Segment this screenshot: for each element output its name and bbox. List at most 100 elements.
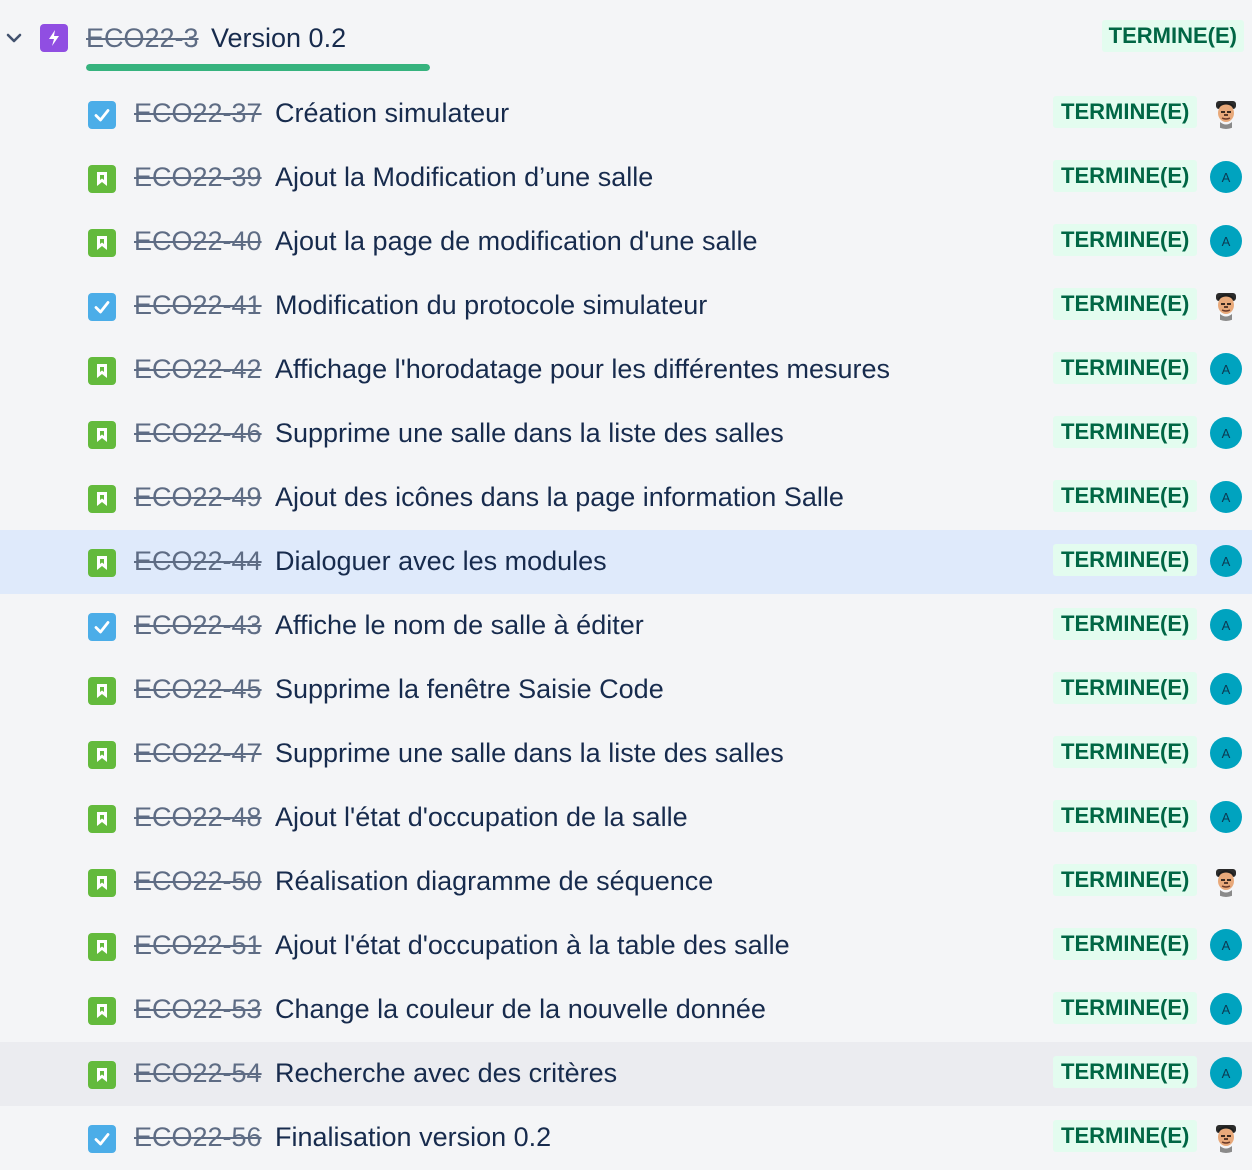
status-badge[interactable]: TERMINE(E) xyxy=(1053,736,1198,768)
issue-summary[interactable]: Affiche le nom de salle à éditer xyxy=(275,607,644,643)
issue-row-eco22-51[interactable]: ECO22-51 Ajout l'état d'occupation à la … xyxy=(0,914,1252,978)
story-bookmark-icon xyxy=(88,485,116,513)
issue-key-link[interactable]: ECO22-54 xyxy=(134,1055,262,1091)
issue-key-link[interactable]: ECO22-41 xyxy=(134,287,262,323)
task-checkbox-icon xyxy=(88,101,116,129)
story-bookmark-icon xyxy=(88,869,116,897)
status-badge[interactable]: TERMINE(E) xyxy=(1053,480,1198,512)
assignee-avatar[interactable]: A xyxy=(1210,673,1242,705)
assignee-avatar-photo[interactable] xyxy=(1210,97,1242,129)
issue-summary[interactable]: Supprime une salle dans la liste des sal… xyxy=(275,415,784,451)
task-checkbox-icon xyxy=(88,1125,116,1153)
issue-row-eco22-50[interactable]: ECO22-50 Réalisation diagramme de séquen… xyxy=(0,850,1252,914)
issue-key-link[interactable]: ECO22-40 xyxy=(134,223,262,259)
assignee-avatar[interactable]: A xyxy=(1210,545,1242,577)
issue-summary[interactable]: Finalisation version 0.2 xyxy=(275,1119,551,1155)
issue-summary[interactable]: Ajout la Modification d’une salle xyxy=(275,159,653,195)
status-badge[interactable]: TERMINE(E) xyxy=(1053,352,1198,384)
issue-summary[interactable]: Supprime une salle dans la liste des sal… xyxy=(275,735,784,771)
issue-key-link[interactable]: ECO22-46 xyxy=(134,415,262,451)
status-badge[interactable]: TERMINE(E) xyxy=(1053,224,1198,256)
issue-key-link[interactable]: ECO22-48 xyxy=(134,799,262,835)
issue-row-eco22-37[interactable]: ECO22-37 Création simulateur TERMINE(E) xyxy=(0,82,1252,146)
issue-summary[interactable]: Ajout l'état d'occupation de la salle xyxy=(275,799,688,835)
story-bookmark-icon xyxy=(88,165,116,193)
issue-row-eco22-39[interactable]: ECO22-39 Ajout la Modification d’une sal… xyxy=(0,146,1252,210)
issue-summary[interactable]: Création simulateur xyxy=(275,95,509,131)
story-bookmark-icon xyxy=(88,549,116,577)
issue-row-eco22-53[interactable]: ECO22-53 Change la couleur de la nouvell… xyxy=(0,978,1252,1042)
status-badge[interactable]: TERMINE(E) xyxy=(1053,160,1198,192)
epic-title[interactable]: Version 0.2 xyxy=(211,20,346,56)
assignee-avatar[interactable]: A xyxy=(1210,993,1242,1025)
issue-row-eco22-44[interactable]: ECO22-44 Dialoguer avec les modules TERM… xyxy=(0,530,1252,594)
issue-key-link[interactable]: ECO22-45 xyxy=(134,671,262,707)
assignee-avatar-photo[interactable] xyxy=(1210,1121,1242,1153)
assignee-avatar-photo[interactable] xyxy=(1210,865,1242,897)
assignee-avatar[interactable]: A xyxy=(1210,609,1242,641)
issue-summary[interactable]: Dialoguer avec les modules xyxy=(275,543,607,579)
assignee-avatar[interactable]: A xyxy=(1210,225,1242,257)
status-badge[interactable]: TERMINE(E) xyxy=(1053,608,1198,640)
status-badge[interactable]: TERMINE(E) xyxy=(1053,288,1198,320)
status-badge[interactable]: TERMINE(E) xyxy=(1053,96,1198,128)
status-badge[interactable]: TERMINE(E) xyxy=(1053,1120,1198,1152)
issue-summary[interactable]: Ajout des icônes dans la page informatio… xyxy=(275,479,844,515)
status-badge[interactable]: TERMINE(E) xyxy=(1053,672,1198,704)
assignee-avatar[interactable]: A xyxy=(1210,929,1242,961)
issue-summary[interactable]: Supprime la fenêtre Saisie Code xyxy=(275,671,664,707)
status-badge[interactable]: TERMINE(E) xyxy=(1053,992,1198,1024)
issue-row-eco22-45[interactable]: ECO22-45 Supprime la fenêtre Saisie Code… xyxy=(0,658,1252,722)
status-badge[interactable]: TERMINE(E) xyxy=(1053,928,1198,960)
status-badge[interactable]: TERMINE(E) xyxy=(1053,864,1198,896)
assignee-avatar[interactable]: A xyxy=(1210,481,1242,513)
issue-summary[interactable]: Affichage l'horodatage pour les différen… xyxy=(275,351,890,387)
assignee-avatar[interactable]: A xyxy=(1210,801,1242,833)
assignee-avatar[interactable]: A xyxy=(1210,417,1242,449)
assignee-avatar[interactable]: A xyxy=(1210,161,1242,193)
status-badge[interactable]: TERMINE(E) xyxy=(1053,416,1198,448)
epic-header: ECO22-3 Version 0.2 TERMINE(E) xyxy=(0,0,1252,80)
issue-key-link[interactable]: ECO22-39 xyxy=(134,159,262,195)
issue-key-link[interactable]: ECO22-47 xyxy=(134,735,262,771)
issue-key-link[interactable]: ECO22-50 xyxy=(134,863,262,899)
issue-key-link[interactable]: ECO22-56 xyxy=(134,1119,262,1155)
issue-summary[interactable]: Ajout la page de modification d'une sall… xyxy=(275,223,757,259)
issue-key-link[interactable]: ECO22-51 xyxy=(134,927,262,963)
status-badge[interactable]: TERMINE(E) xyxy=(1053,800,1198,832)
issue-row-eco22-40[interactable]: ECO22-40 Ajout la page de modification d… xyxy=(0,210,1252,274)
issue-summary[interactable]: Change la couleur de la nouvelle donnée xyxy=(275,991,766,1027)
epic-key-link[interactable]: ECO22-3 xyxy=(86,20,199,56)
issue-key-link[interactable]: ECO22-53 xyxy=(134,991,262,1027)
issue-row-eco22-43[interactable]: ECO22-43 Affiche le nom de salle à édite… xyxy=(0,594,1252,658)
issue-row-eco22-56[interactable]: ECO22-56 Finalisation version 0.2 TERMIN… xyxy=(0,1106,1252,1170)
status-badge[interactable]: TERMINE(E) xyxy=(1053,1056,1198,1088)
assignee-avatar[interactable]: A xyxy=(1210,737,1242,769)
epic-status-badge[interactable]: TERMINE(E) xyxy=(1101,20,1244,52)
issue-key-link[interactable]: ECO22-49 xyxy=(134,479,262,515)
issue-summary[interactable]: Recherche avec des critères xyxy=(275,1055,617,1091)
assignee-avatar[interactable]: A xyxy=(1210,1057,1242,1089)
issue-key-link[interactable]: ECO22-42 xyxy=(134,351,262,387)
issue-summary[interactable]: Modification du protocole simulateur xyxy=(275,287,707,323)
status-badge[interactable]: TERMINE(E) xyxy=(1053,544,1198,576)
issue-key-link[interactable]: ECO22-43 xyxy=(134,607,262,643)
issue-key-link[interactable]: ECO22-37 xyxy=(134,95,262,131)
assignee-avatar-photo[interactable] xyxy=(1210,289,1242,321)
issue-row-eco22-41[interactable]: ECO22-41 Modification du protocole simul… xyxy=(0,274,1252,338)
chevron-down-icon[interactable] xyxy=(4,28,24,48)
issue-row-eco22-46[interactable]: ECO22-46 Supprime une salle dans la list… xyxy=(0,402,1252,466)
issue-row-eco22-47[interactable]: ECO22-47 Supprime une salle dans la list… xyxy=(0,722,1252,786)
issue-row-eco22-48[interactable]: ECO22-48 Ajout l'état d'occupation de la… xyxy=(0,786,1252,850)
assignee-avatar[interactable]: A xyxy=(1210,353,1242,385)
issue-row-eco22-49[interactable]: ECO22-49 Ajout des icônes dans la page i… xyxy=(0,466,1252,530)
story-bookmark-icon xyxy=(88,997,116,1025)
issue-summary[interactable]: Ajout l'état d'occupation à la table des… xyxy=(275,927,790,963)
story-bookmark-icon xyxy=(88,741,116,769)
issue-summary[interactable]: Réalisation diagramme de séquence xyxy=(275,863,713,899)
issue-row-eco22-42[interactable]: ECO22-42 Affichage l'horodatage pour les… xyxy=(0,338,1252,402)
epic-progress-fill xyxy=(86,64,430,71)
issue-key-link[interactable]: ECO22-44 xyxy=(134,543,262,579)
epic-progress-bar xyxy=(86,64,430,71)
issue-row-eco22-54[interactable]: ECO22-54 Recherche avec des critères TER… xyxy=(0,1042,1252,1106)
